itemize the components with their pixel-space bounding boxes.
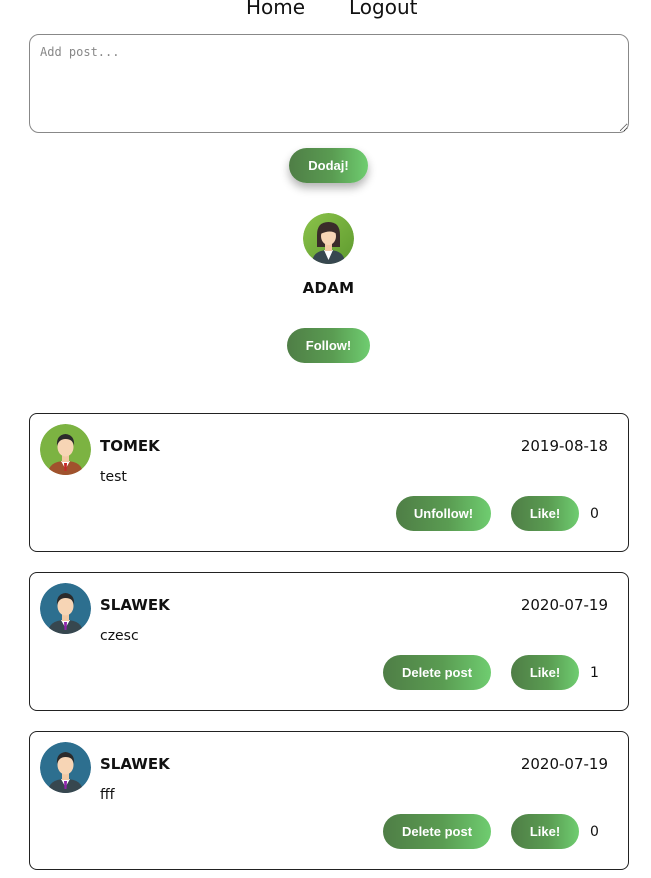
add-post-textarea[interactable] xyxy=(29,34,629,133)
like-button[interactable]: Like! xyxy=(511,814,579,849)
post-date: 2019-08-18 xyxy=(520,437,608,455)
like-button[interactable]: Like! xyxy=(511,496,579,531)
post-content: czesc xyxy=(100,628,139,644)
male-user-avatar-icon xyxy=(40,583,91,634)
follow-button[interactable]: Follow! xyxy=(287,328,370,363)
male-user-avatar-icon xyxy=(40,742,91,793)
post-content: fff xyxy=(100,787,115,803)
delete-post-button[interactable]: Delete post xyxy=(383,814,491,849)
like-button[interactable]: Like! xyxy=(511,655,579,690)
post-author: SLAWEK xyxy=(100,596,170,614)
post-date: 2020-07-19 xyxy=(520,755,608,773)
post-author: SLAWEK xyxy=(100,755,170,773)
top-nav: Home Logout xyxy=(0,0,651,25)
delete-post-button[interactable]: Delete post xyxy=(383,655,491,690)
post-card: SLAWEK 2020-07-19 fff Delete post Like! … xyxy=(29,731,629,870)
nav-logout-link[interactable]: Logout xyxy=(349,0,417,19)
unfollow-button[interactable]: Unfollow! xyxy=(396,496,491,531)
like-count: 1 xyxy=(590,665,599,681)
add-post-button[interactable]: Dodaj! xyxy=(289,148,368,183)
post-card: TOMEK 2019-08-18 test Unfollow! Like! 0 xyxy=(29,413,629,552)
post-author: TOMEK xyxy=(100,437,160,455)
post-content: test xyxy=(100,469,127,485)
post-card: SLAWEK 2020-07-19 czesc Delete post Like… xyxy=(29,572,629,711)
male-user-avatar-icon xyxy=(40,424,91,475)
female-user-avatar-icon xyxy=(303,213,354,264)
like-count: 0 xyxy=(590,824,599,840)
nav-home-link[interactable]: Home xyxy=(246,0,305,19)
like-count: 0 xyxy=(590,506,599,522)
profile-name: ADAM xyxy=(302,279,355,297)
post-date: 2020-07-19 xyxy=(520,596,608,614)
